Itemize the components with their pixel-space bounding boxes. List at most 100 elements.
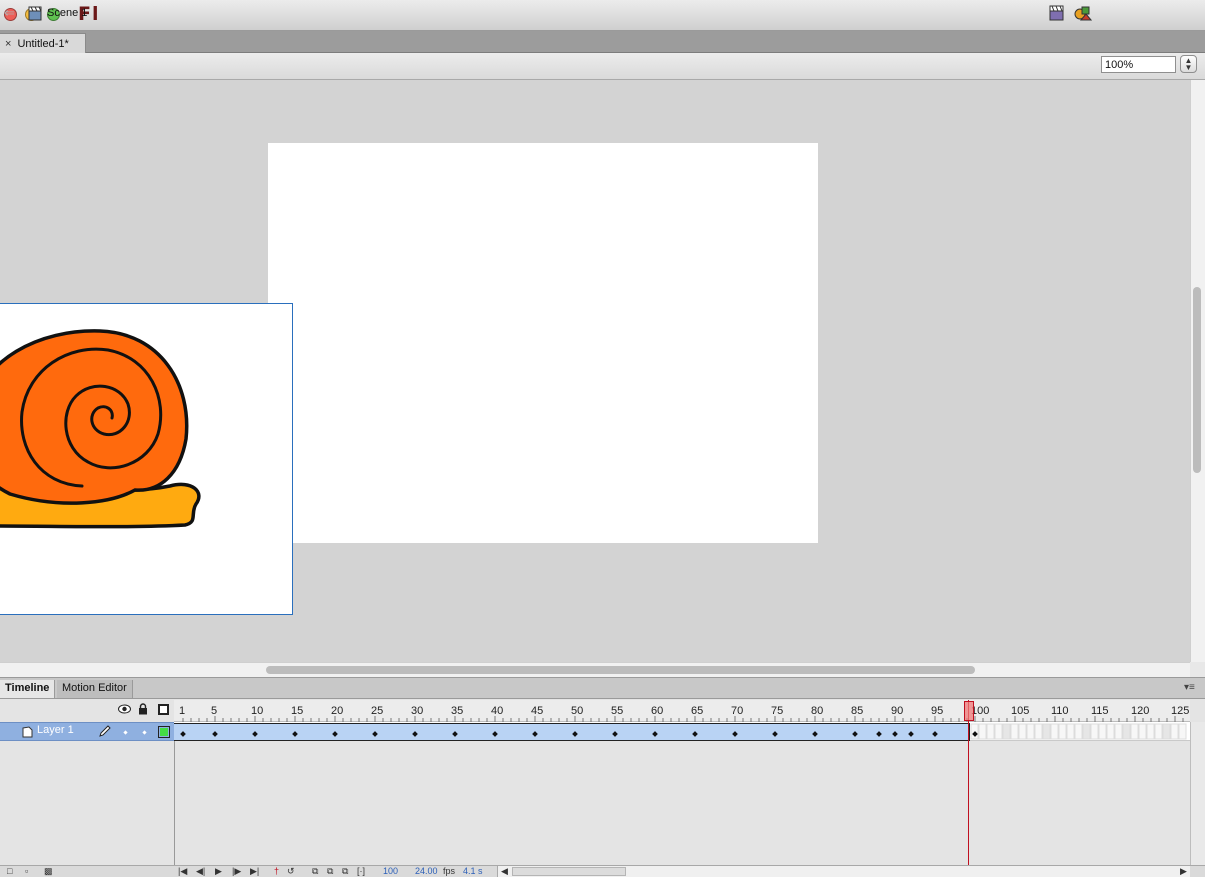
empty-frame-cell[interactable] bbox=[1090, 723, 1099, 740]
onion-skin-outlines-icon[interactable]: ⧉ bbox=[327, 865, 333, 877]
snail-graphic[interactable] bbox=[0, 303, 293, 615]
empty-frame-cell[interactable] bbox=[1058, 723, 1067, 740]
ruler-label: 10 bbox=[251, 705, 264, 717]
empty-frame-cell[interactable] bbox=[1010, 723, 1019, 740]
zoom-stepper[interactable]: ▲ ▼ bbox=[1180, 55, 1197, 73]
close-tab-icon[interactable]: × bbox=[5, 38, 11, 50]
empty-frame-cell[interactable] bbox=[1066, 723, 1075, 740]
layer-outline-color-swatch[interactable] bbox=[158, 726, 170, 738]
empty-frame-cell[interactable] bbox=[1138, 723, 1147, 740]
layer-visibility-toggle[interactable] bbox=[123, 730, 128, 735]
keyframe-marker[interactable] bbox=[892, 731, 898, 737]
empty-frame-cell[interactable] bbox=[1098, 723, 1107, 740]
empty-frame-cell[interactable] bbox=[994, 723, 1003, 740]
keyframe-marker[interactable] bbox=[852, 731, 858, 737]
tab-motion-editor[interactable]: Motion Editor bbox=[57, 680, 133, 698]
keyframe-marker[interactable] bbox=[732, 731, 738, 737]
keyframe-marker[interactable] bbox=[612, 731, 618, 737]
empty-frame-cell[interactable] bbox=[1074, 723, 1083, 740]
keyframe-marker[interactable] bbox=[572, 731, 578, 737]
empty-frame-cell[interactable] bbox=[1026, 723, 1035, 740]
new-layer-icon[interactable]: □ bbox=[7, 865, 12, 877]
empty-frame-cell[interactable] bbox=[1106, 723, 1115, 740]
keyframe-marker[interactable] bbox=[252, 731, 258, 737]
keyframe-marker[interactable] bbox=[908, 731, 914, 737]
keyframe-marker[interactable] bbox=[452, 731, 458, 737]
center-frame-icon[interactable]: † bbox=[274, 865, 279, 877]
zoom-level-field[interactable]: 100% bbox=[1101, 56, 1176, 73]
document-tab[interactable]: × Untitled-1* bbox=[0, 33, 86, 53]
empty-frame-cell[interactable] bbox=[978, 723, 987, 740]
back-arrow-icon[interactable]: ⇐ bbox=[4, 5, 15, 21]
ruler-label: 105 bbox=[1011, 705, 1030, 717]
stage[interactable] bbox=[268, 143, 818, 543]
keyframe-marker[interactable] bbox=[932, 731, 938, 737]
ruler-ticks bbox=[182, 716, 1184, 722]
step-forward-icon[interactable]: |▶ bbox=[232, 865, 241, 877]
empty-frame-cell[interactable] bbox=[1050, 723, 1059, 740]
delete-layer-icon[interactable]: ▩ bbox=[44, 865, 53, 877]
go-to-last-frame-icon[interactable]: ▶| bbox=[250, 865, 259, 877]
lock-all-icon[interactable] bbox=[138, 703, 148, 718]
layer-name[interactable]: Layer 1 bbox=[37, 724, 74, 736]
timeline-empty-area bbox=[174, 741, 1190, 865]
title-bar: Fl bbox=[0, 0, 1205, 31]
keyframe-marker[interactable] bbox=[180, 731, 186, 737]
outline-all-icon[interactable] bbox=[158, 704, 169, 715]
edit-scene-icon[interactable] bbox=[1048, 4, 1065, 24]
scene-breadcrumb[interactable]: Scene 1 bbox=[47, 7, 87, 19]
go-to-first-frame-icon[interactable]: |◀ bbox=[178, 865, 187, 877]
scroll-left-icon[interactable]: ◀ bbox=[501, 865, 508, 877]
current-frame[interactable]: 100 bbox=[383, 865, 398, 877]
keyframe-marker[interactable] bbox=[332, 731, 338, 737]
modify-onion-markers-icon[interactable]: [·] bbox=[357, 865, 365, 877]
empty-frame-cell[interactable] bbox=[1162, 723, 1171, 740]
tab-timeline[interactable]: Timeline bbox=[0, 680, 56, 698]
keyframe-marker[interactable] bbox=[412, 731, 418, 737]
keyframe-marker[interactable] bbox=[876, 731, 882, 737]
empty-frame-cell[interactable] bbox=[1082, 723, 1091, 740]
onion-skin-icon[interactable]: ⧉ bbox=[312, 865, 318, 877]
show-hide-all-icon[interactable] bbox=[118, 704, 131, 717]
step-back-icon[interactable]: ◀| bbox=[196, 865, 205, 877]
stage-vertical-scroll-thumb[interactable] bbox=[1193, 287, 1201, 473]
scroll-right-icon[interactable]: ▶ bbox=[1180, 865, 1187, 877]
frame-rate[interactable]: 24.00 bbox=[415, 865, 438, 877]
stage-horizontal-scroll-thumb[interactable] bbox=[266, 666, 975, 674]
keyframe-marker[interactable] bbox=[292, 731, 298, 737]
keyframe-marker[interactable] bbox=[492, 731, 498, 737]
keyframe-marker[interactable] bbox=[812, 731, 818, 737]
keyframe-span[interactable] bbox=[174, 723, 978, 741]
play-icon[interactable]: ▶ bbox=[215, 865, 222, 877]
keyframe-marker[interactable] bbox=[652, 731, 658, 737]
empty-frame-cell[interactable] bbox=[1018, 723, 1027, 740]
edit-multiple-frames-icon[interactable]: ⧉ bbox=[342, 865, 348, 877]
keyframe-marker[interactable] bbox=[532, 731, 538, 737]
empty-frame-cell[interactable] bbox=[1146, 723, 1155, 740]
empty-frame-cell[interactable] bbox=[986, 723, 995, 740]
timeline-ruler[interactable]: 1 5 10 15 20 25 30 35 40 45 50 55 60 65 70 75 80 85 90 95 10… bbox=[174, 700, 1190, 722]
keyframe-marker[interactable] bbox=[692, 731, 698, 737]
empty-frame-cell[interactable] bbox=[1042, 723, 1051, 740]
empty-frame-cell[interactable] bbox=[1122, 723, 1131, 740]
keyframe-marker[interactable] bbox=[212, 731, 218, 737]
keyframe-marker[interactable] bbox=[372, 731, 378, 737]
timeline-horizontal-scroll-thumb[interactable] bbox=[512, 867, 626, 876]
layer-row[interactable] bbox=[0, 722, 174, 741]
new-folder-icon[interactable]: ▫ bbox=[25, 865, 28, 877]
loop-icon[interactable]: ↺ bbox=[287, 865, 295, 877]
empty-frame-cell[interactable] bbox=[1154, 723, 1163, 740]
layer-lock-toggle[interactable] bbox=[142, 730, 147, 735]
empty-frame-cell[interactable] bbox=[1114, 723, 1123, 740]
keyframe-marker[interactable] bbox=[772, 731, 778, 737]
empty-frame-cell[interactable] bbox=[1002, 723, 1011, 740]
ruler-label: 75 bbox=[771, 705, 784, 717]
empty-frame-cell[interactable] bbox=[1034, 723, 1043, 740]
playhead[interactable] bbox=[964, 701, 974, 721]
empty-frame-cell[interactable] bbox=[1130, 723, 1139, 740]
timeline-vertical-scrollbar[interactable] bbox=[1190, 722, 1205, 865]
panel-menu-icon[interactable]: ▾≡ bbox=[1184, 682, 1195, 693]
empty-frame-cell[interactable] bbox=[1178, 723, 1187, 740]
edit-symbols-icon[interactable] bbox=[1074, 4, 1093, 24]
empty-frame-cell[interactable] bbox=[1170, 723, 1179, 740]
